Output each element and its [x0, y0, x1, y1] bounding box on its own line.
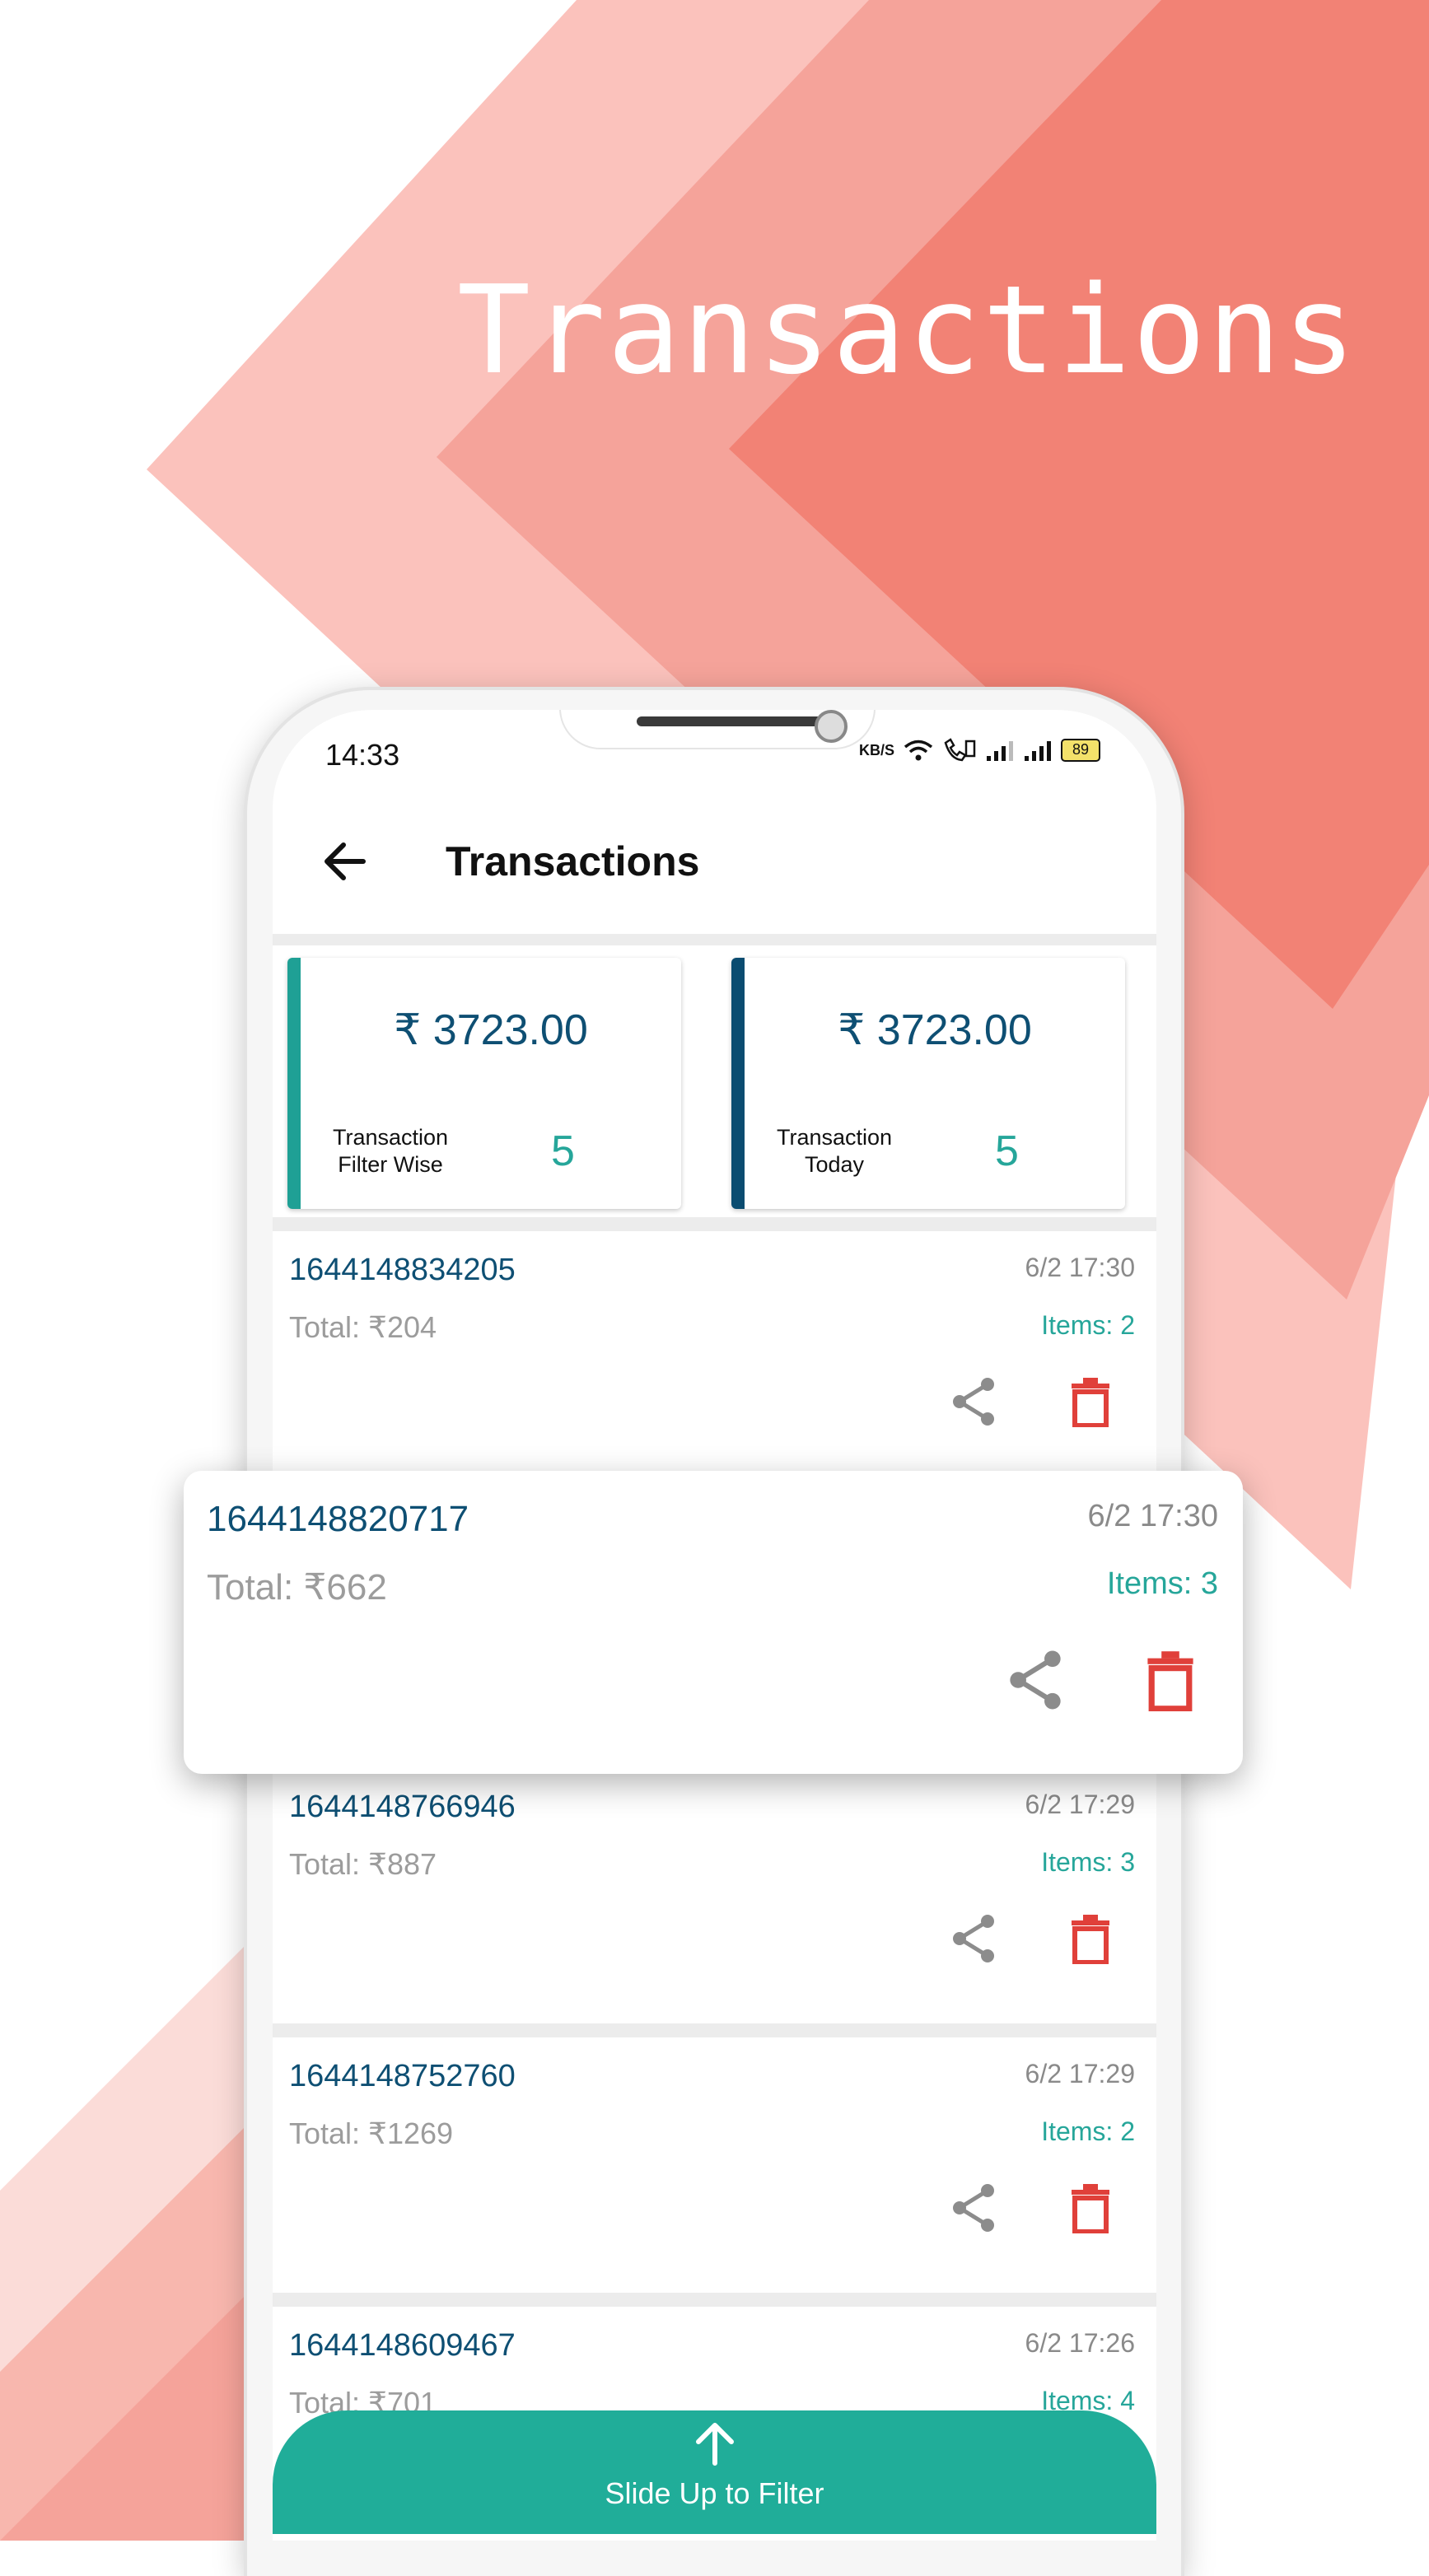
summary-card-filter-wise: ₹ 3723.00 Transaction Filter Wise 5 — [287, 958, 681, 1209]
slide-up-label: Slide Up to Filter — [605, 2476, 824, 2510]
transaction-id: 1644148820717 — [207, 1499, 469, 1539]
transaction-date: 6/2 17:29 — [1025, 2059, 1135, 2088]
hero-title: Transactions — [457, 259, 1358, 401]
transaction-row[interactable]: 1644148834205 6/2 17:30 Total: ₹204 Item… — [273, 1231, 1156, 1486]
transaction-id: 1644148766946 — [289, 1790, 516, 1824]
page-title: Transactions — [446, 838, 700, 884]
transaction-date: 6/2 17:26 — [1025, 2328, 1135, 2358]
delete-icon[interactable] — [1146, 1649, 1195, 1711]
status-bar: 14:33 KB/S 89 — [273, 710, 1156, 792]
transaction-id: 1644148752760 — [289, 2059, 516, 2093]
speaker-grille — [637, 716, 834, 726]
summary-label: Transaction Filter Wise — [332, 1125, 449, 1177]
summary-section: ₹ 3723.00 Transaction Filter Wise 5 ₹ 37… — [273, 945, 1156, 1217]
transaction-items: Items: 3 — [1041, 1847, 1135, 1877]
app-bar: Transactions — [273, 792, 1156, 934]
transaction-date: 6/2 17:30 — [1087, 1499, 1218, 1533]
delete-icon[interactable] — [1070, 1376, 1111, 1427]
status-time: 14:33 — [325, 738, 400, 772]
summary-count: 5 — [551, 1127, 575, 1175]
summary-card-today: ₹ 3723.00 Transaction Today 5 — [731, 958, 1125, 1209]
transaction-total: Total: ₹887 — [289, 1847, 437, 1881]
signal-icon — [1025, 741, 1051, 761]
slide-up-filter-button[interactable]: Slide Up to Filter — [273, 2410, 1156, 2534]
summary-amount: ₹ 3723.00 — [838, 1006, 1032, 1054]
back-arrow-icon[interactable] — [312, 828, 378, 894]
camera-icon — [815, 710, 848, 743]
transaction-date: 6/2 17:29 — [1025, 1790, 1135, 1819]
battery-icon: 89 — [1061, 739, 1100, 762]
wifi-icon — [904, 740, 933, 761]
summary-count: 5 — [995, 1127, 1019, 1175]
transaction-id: 1644148834205 — [289, 1253, 516, 1287]
transaction-items: Items: 3 — [1106, 1566, 1218, 1601]
card-accent-bar — [287, 958, 301, 1209]
share-icon[interactable] — [948, 1913, 999, 1964]
summary-amount: ₹ 3723.00 — [394, 1006, 588, 1054]
transaction-row-highlighted[interactable]: 1644148820717 6/2 17:30 Total: ₹662 Item… — [184, 1471, 1243, 1774]
transaction-total: Total: ₹1269 — [289, 2116, 454, 2150]
status-icons: KB/S 89 — [859, 738, 1100, 763]
transaction-id: 1644148609467 — [289, 2328, 516, 2363]
transaction-total: Total: ₹204 — [289, 1310, 437, 1344]
share-icon[interactable] — [948, 1376, 999, 1427]
summary-label: Transaction Today — [776, 1125, 893, 1177]
transaction-items: Items: 2 — [1041, 1310, 1135, 1340]
delete-icon[interactable] — [1070, 1913, 1111, 1964]
share-icon[interactable] — [1004, 1649, 1067, 1711]
transaction-items: Items: 2 — [1041, 2116, 1135, 2146]
net-speed-label: KB/S — [858, 741, 894, 758]
transaction-total: Total: ₹662 — [207, 1567, 387, 1608]
transaction-date: 6/2 17:30 — [1025, 1253, 1135, 1282]
arrow-up-icon — [696, 2423, 734, 2466]
delete-icon[interactable] — [1070, 2182, 1111, 2233]
signal-icon — [987, 741, 1013, 761]
volte-call-icon — [944, 738, 976, 762]
share-icon[interactable] — [948, 2182, 999, 2233]
card-accent-bar — [731, 958, 745, 1209]
transaction-row[interactable]: 1644148752760 6/2 17:29 Total: ₹1269 Ite… — [273, 2037, 1156, 2293]
transaction-row[interactable]: 1644148766946 6/2 17:29 Total: ₹887 Item… — [273, 1768, 1156, 2023]
